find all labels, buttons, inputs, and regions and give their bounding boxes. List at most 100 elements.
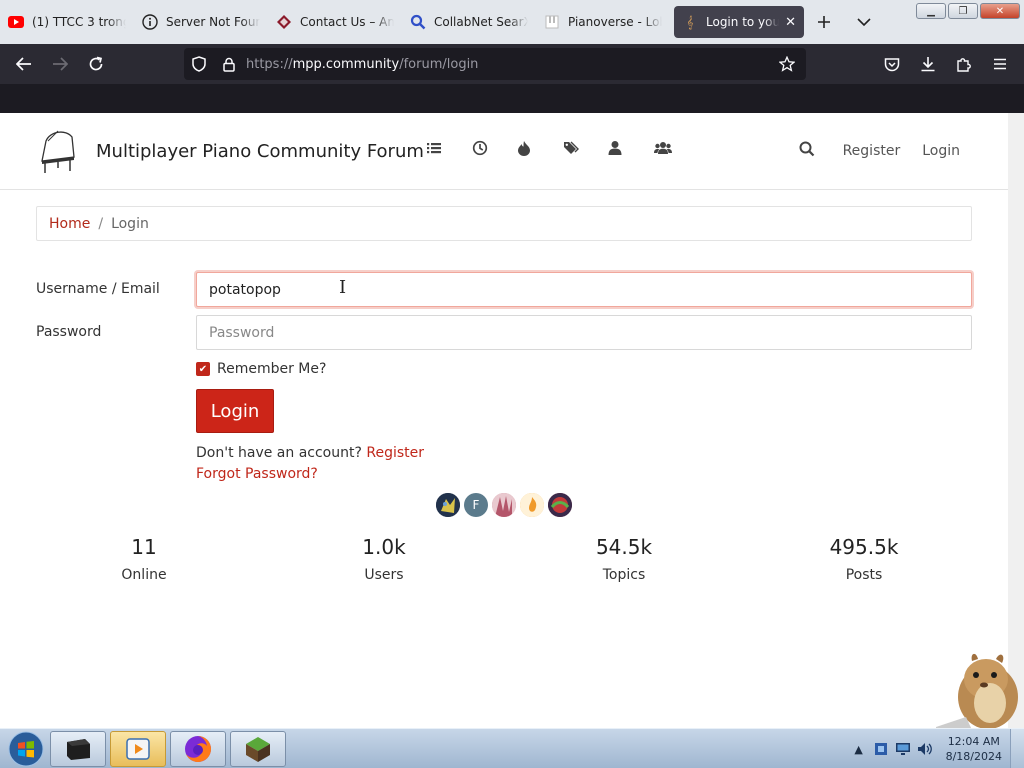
back-arrow-icon[interactable] xyxy=(6,48,42,80)
shield-icon[interactable] xyxy=(184,56,214,72)
text-cursor-icon: I xyxy=(339,277,347,298)
stat-value: 495.5k xyxy=(829,535,899,559)
taskbar-app-minecraft-icon[interactable] xyxy=(230,730,286,767)
url-bar[interactable]: https://mpp.community/forum/login xyxy=(184,48,806,80)
nav-register-link[interactable]: Register xyxy=(843,143,901,159)
windows-taskbar: ▲ 12:04 AM 8/18/2024 xyxy=(0,728,1024,768)
tab-title: (1) TTCC 3 trong xyxy=(32,15,126,29)
music-icon: 𝄞 xyxy=(686,14,694,29)
breadcrumb-separator: / xyxy=(98,215,104,232)
groups-icon[interactable] xyxy=(652,140,698,156)
no-account-text: Don't have an account? xyxy=(196,445,362,461)
taskbar-app-firefox-icon[interactable] xyxy=(170,730,226,767)
piano-logo[interactable] xyxy=(36,127,78,175)
nav-login-link[interactable]: Login xyxy=(922,143,960,159)
new-tab-button[interactable] xyxy=(808,6,840,38)
url-path: /forum/login xyxy=(399,56,479,72)
avatar[interactable] xyxy=(520,493,544,517)
tab-title: Contact Us – Am xyxy=(300,15,394,29)
stat-label: Online xyxy=(121,567,167,583)
system-tray: ▲ 12:04 AM 8/18/2024 xyxy=(848,729,1024,768)
network-monitor-icon[interactable] xyxy=(892,742,914,756)
clock-time: 12:04 AM xyxy=(947,735,1000,748)
password-input[interactable]: Password xyxy=(196,315,972,350)
page-scrollbar[interactable] xyxy=(1008,113,1024,728)
stat-topics: 54.5k Topics xyxy=(504,535,744,583)
checkmark-icon[interactable]: ✔ xyxy=(196,362,210,376)
menu-hamburger-icon[interactable] xyxy=(982,48,1018,80)
show-hidden-icons-chevron-up-icon[interactable]: ▲ xyxy=(848,743,870,756)
toolbar-right xyxy=(874,48,1018,80)
info-icon xyxy=(142,14,158,30)
taskbar-app-media-player-icon[interactable] xyxy=(110,730,166,767)
lock-icon[interactable] xyxy=(214,57,244,72)
stat-label: Users xyxy=(364,567,404,583)
nav-right: Register Login xyxy=(799,141,960,161)
breadcrumb-home-link[interactable]: Home xyxy=(49,216,90,232)
start-button-windows-icon[interactable] xyxy=(6,730,46,768)
web-page: Multiplayer Piano Community Forum Regist… xyxy=(0,113,1008,728)
breadcrumb-current: Login xyxy=(111,215,149,232)
stat-label: Topics xyxy=(602,567,646,583)
tab-server-not-found[interactable]: Server Not Found xyxy=(134,6,268,38)
stat-posts: 495.5k Posts xyxy=(744,535,984,583)
window-controls: ▁ ❐ ✕ xyxy=(916,3,1020,19)
tab-title: Server Not Found xyxy=(166,15,260,29)
avatar[interactable] xyxy=(436,493,460,517)
close-window-button[interactable]: ✕ xyxy=(980,3,1020,19)
tray-app-icon[interactable] xyxy=(870,741,892,757)
site-title[interactable]: Multiplayer Piano Community Forum xyxy=(96,141,424,162)
stat-value: 11 xyxy=(131,535,157,559)
forum-stats: 11 Online 1.0k Users 54.5k Topics 495.5k… xyxy=(24,535,984,583)
nav-icon-bar xyxy=(424,140,697,156)
minimize-button[interactable]: ▁ xyxy=(916,3,946,19)
username-value: potatopop xyxy=(209,281,281,298)
search-icon xyxy=(410,14,426,30)
register-link[interactable]: Register xyxy=(366,445,424,461)
categories-list-icon[interactable] xyxy=(424,140,470,156)
reload-icon[interactable] xyxy=(78,48,114,80)
browser-toolbar: https://mpp.community/forum/login xyxy=(0,44,1024,84)
avatar[interactable] xyxy=(548,493,572,517)
taskbar-app-terminal-icon[interactable] xyxy=(50,730,106,767)
clock-date: 8/18/2024 xyxy=(945,750,1002,763)
bookmark-star-icon[interactable] xyxy=(772,56,802,72)
users-icon[interactable] xyxy=(606,140,652,156)
download-icon[interactable] xyxy=(910,48,946,80)
login-button[interactable]: Login xyxy=(196,389,274,433)
search-icon[interactable] xyxy=(799,141,815,161)
remember-me-label: Remember Me? xyxy=(217,361,327,377)
breadcrumb: Home / Login xyxy=(36,206,972,241)
hamster-sticker-image xyxy=(936,645,1024,730)
taskbar-clock[interactable]: 12:04 AM 8/18/2024 xyxy=(946,734,1002,764)
piano-icon xyxy=(544,14,560,30)
volume-icon[interactable] xyxy=(914,742,936,756)
url-text[interactable]: https://mpp.community/forum/login xyxy=(246,57,772,72)
forgot-password-link[interactable]: Forgot Password? xyxy=(196,466,318,482)
username-label: Username / Email xyxy=(36,281,160,297)
avatar[interactable] xyxy=(492,493,516,517)
avatar-letter: F xyxy=(472,498,480,512)
tab-list-chevron-down-icon[interactable] xyxy=(848,6,880,38)
url-host: mpp.community xyxy=(292,56,400,72)
tab-pianoverse[interactable]: Pianoverse - Lob xyxy=(536,6,670,38)
popular-fire-icon[interactable] xyxy=(515,140,561,156)
restore-button[interactable]: ❐ xyxy=(948,3,978,19)
username-input[interactable]: potatopop I xyxy=(196,272,972,307)
youtube-icon xyxy=(8,14,24,30)
recent-clock-icon[interactable] xyxy=(470,140,516,156)
tab-youtube[interactable]: (1) TTCC 3 trong xyxy=(0,6,134,38)
pocket-icon[interactable] xyxy=(874,48,910,80)
stat-users: 1.0k Users xyxy=(264,535,504,583)
site-navbar: Multiplayer Piano Community Forum Regist… xyxy=(0,113,1008,190)
show-desktop-button[interactable] xyxy=(1010,729,1024,768)
tab-contact-us[interactable]: Contact Us – Am xyxy=(268,6,402,38)
avatar[interactable]: F xyxy=(464,493,488,517)
extensions-puzzle-icon[interactable] xyxy=(946,48,982,80)
tags-icon[interactable] xyxy=(561,140,607,156)
tab-searx[interactable]: CollabNet SearX xyxy=(402,6,536,38)
close-icon[interactable]: ✕ xyxy=(785,15,796,30)
forward-arrow-icon[interactable] xyxy=(42,48,78,80)
remember-me-checkbox[interactable]: ✔ Remember Me? xyxy=(196,361,326,377)
tab-login-active[interactable]: 𝄞 Login to your ✕ xyxy=(674,6,804,38)
